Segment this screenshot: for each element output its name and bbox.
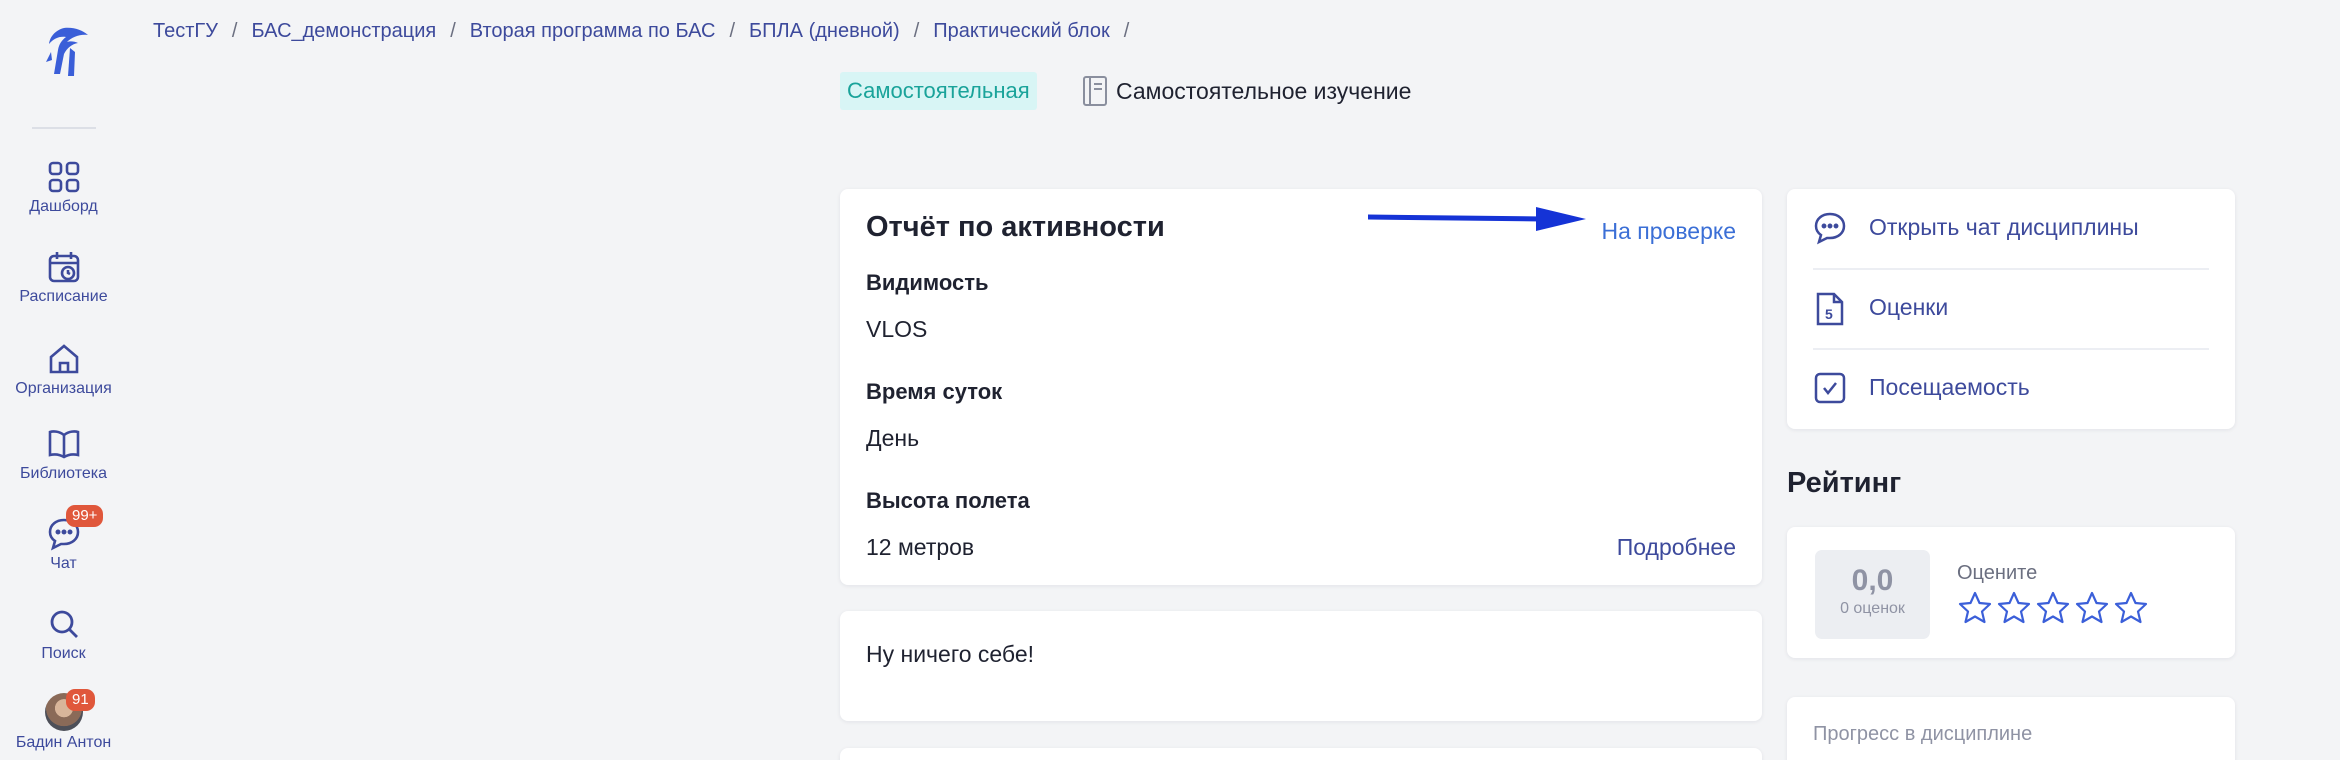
checkbox-icon (1814, 372, 1846, 404)
grade-file-icon: 5 (1816, 292, 1844, 326)
profile-name: Бадин Антон (15, 734, 112, 751)
score-value: 0,0 (1851, 564, 1894, 597)
breadcrumb-item[interactable]: БПЛА (дневной) (749, 20, 900, 42)
field-label-visibility: Видимость (866, 270, 989, 295)
sidebar-divider (32, 127, 96, 129)
calendar-icon (48, 252, 79, 283)
rate-label: Оцените (1957, 562, 2038, 584)
score-box: 0,0 0 оценок (1815, 550, 1930, 639)
nav-library[interactable]: Библиотека (0, 427, 127, 483)
breadcrumb-item[interactable]: Практический блок (933, 20, 1109, 42)
breadcrumb-item[interactable]: ТестГУ (153, 20, 218, 42)
breadcrumb-item[interactable]: Вторая программа по БАС (470, 20, 716, 42)
star-rating (1957, 590, 2149, 626)
rating-heading: Рейтинг (1787, 467, 1902, 499)
breadcrumb-separator: / (450, 20, 456, 42)
home-icon (49, 344, 78, 374)
nav-search-label: Поиск (41, 645, 86, 662)
dashboard-icon (48, 161, 79, 193)
svg-text:5: 5 (1825, 306, 1833, 322)
nav-chat[interactable]: 99+ Чат (0, 505, 127, 573)
logo-icon[interactable] (34, 22, 94, 82)
grades-label: Оценки (1869, 294, 1949, 320)
study-type-label: Самостоятельное изучение (1116, 78, 1412, 104)
field-label-time: Время суток (866, 379, 1003, 404)
status-link[interactable]: На проверке (1602, 218, 1737, 245)
open-chat-label: Открыть чат дисциплины (1869, 214, 2139, 240)
book-icon (48, 430, 79, 459)
nav-dashboard-label: Дашборд (29, 198, 98, 215)
star-icon[interactable] (2074, 590, 2110, 626)
comment-card: Ну ничего себе! (840, 611, 1762, 721)
discipline-links-card: Открыть чат дисциплины 5 Оценки Посещаем… (1787, 189, 2235, 429)
nav-search[interactable]: Поиск (0, 607, 127, 663)
star-icon[interactable] (2035, 590, 2071, 626)
field-value-time: День (866, 425, 920, 451)
type-tag: Самостоятельная (840, 72, 1037, 110)
nav-organization[interactable]: Организация (0, 342, 127, 398)
profile-badge: 91 (66, 689, 95, 711)
nav-chat-label: Чат (50, 555, 77, 572)
field-label-altitude: Высота полета (866, 488, 1030, 513)
chat-bubble-icon (1814, 212, 1846, 245)
report-card: Отчёт по активности На проверке Видимост… (840, 189, 1762, 585)
score-count: 0 оценок (1840, 600, 1905, 617)
star-icon[interactable] (1996, 590, 2032, 626)
nav-organization-label: Организация (15, 380, 112, 397)
sidebar: Дашборд Расписание Организация Библиотек… (0, 0, 127, 760)
arrow-annotation-icon (1368, 207, 1586, 231)
report-title: Отчёт по активности (866, 211, 1165, 243)
star-icon[interactable] (2113, 590, 2149, 626)
breadcrumb-separator: / (913, 20, 920, 42)
nav-schedule[interactable]: Расписание (0, 250, 127, 306)
field-value-visibility: VLOS (866, 316, 928, 342)
nav-library-label: Библиотека (20, 465, 107, 482)
nav-profile[interactable]: 91 Бадин Антон (0, 689, 127, 752)
next-card (840, 748, 1762, 760)
search-icon (50, 610, 78, 638)
breadcrumb-separator: / (1123, 20, 1130, 42)
breadcrumb-item[interactable]: БАС_демонстрация (251, 20, 436, 42)
star-icon[interactable] (1957, 590, 1993, 626)
comment-text: Ну ничего себе! (866, 641, 1035, 667)
grades-link[interactable]: 5 Оценки (1787, 269, 2235, 348)
breadcrumb-separator: / (231, 20, 238, 42)
breadcrumb-separator: / (729, 20, 736, 42)
rating-card: 0,0 0 оценок Оцените (1787, 527, 2235, 658)
breadcrumb: ТестГУ / БАС_демонстрация / Вторая программа… (153, 20, 1143, 43)
progress-card: Прогресс в дисциплине (1787, 697, 2235, 760)
attendance-link[interactable]: Посещаемость (1787, 349, 2235, 428)
more-link[interactable]: Подробнее (1617, 534, 1736, 561)
nav-dashboard[interactable]: Дашборд (0, 160, 127, 216)
chat-badge: 99+ (66, 505, 104, 527)
attendance-label: Посещаемость (1869, 374, 2030, 400)
open-chat-link[interactable]: Открыть чат дисциплины (1787, 189, 2235, 268)
nav-schedule-label: Расписание (19, 288, 108, 305)
field-value-altitude: 12 метров (866, 534, 975, 560)
document-icon (1083, 76, 1107, 106)
progress-label: Прогресс в дисциплине (1813, 723, 2033, 745)
